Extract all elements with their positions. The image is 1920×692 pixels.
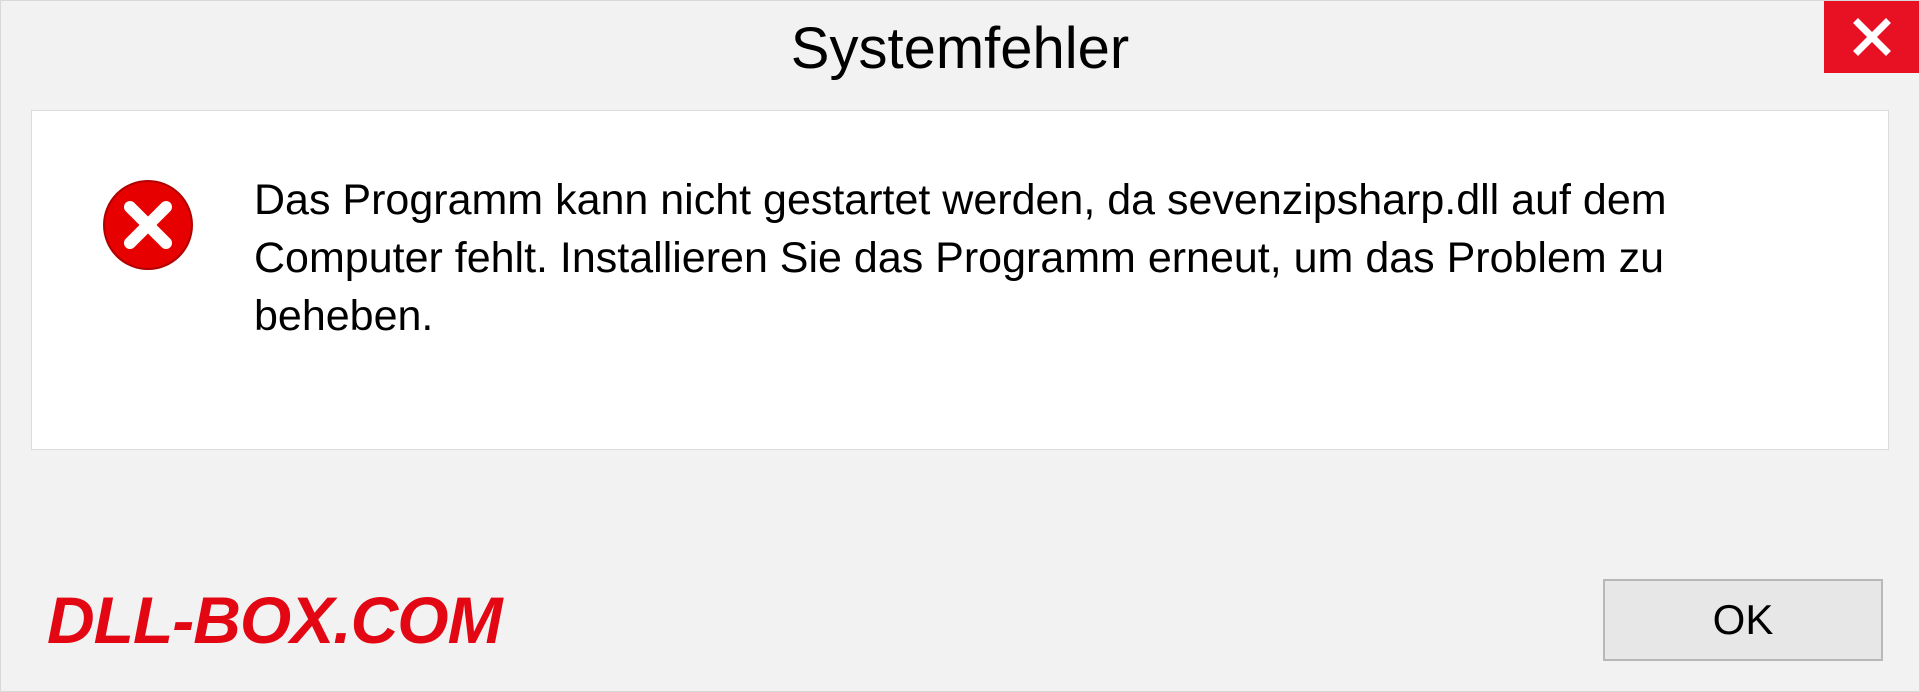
error-dialog: Systemfehler Das Programm kann nicht ges… xyxy=(0,0,1920,692)
titlebar: Systemfehler xyxy=(1,1,1919,96)
watermark-text: DLL-BOX.COM xyxy=(47,582,502,658)
content-panel: Das Programm kann nicht gestartet werden… xyxy=(31,110,1889,450)
close-button[interactable] xyxy=(1824,1,1919,73)
close-icon xyxy=(1852,17,1892,57)
ok-button[interactable]: OK xyxy=(1603,579,1883,661)
error-message: Das Programm kann nicht gestartet werden… xyxy=(254,171,1818,345)
footer: DLL-BOX.COM OK xyxy=(1,579,1919,661)
dialog-title: Systemfehler xyxy=(791,15,1129,82)
error-icon xyxy=(102,179,194,271)
